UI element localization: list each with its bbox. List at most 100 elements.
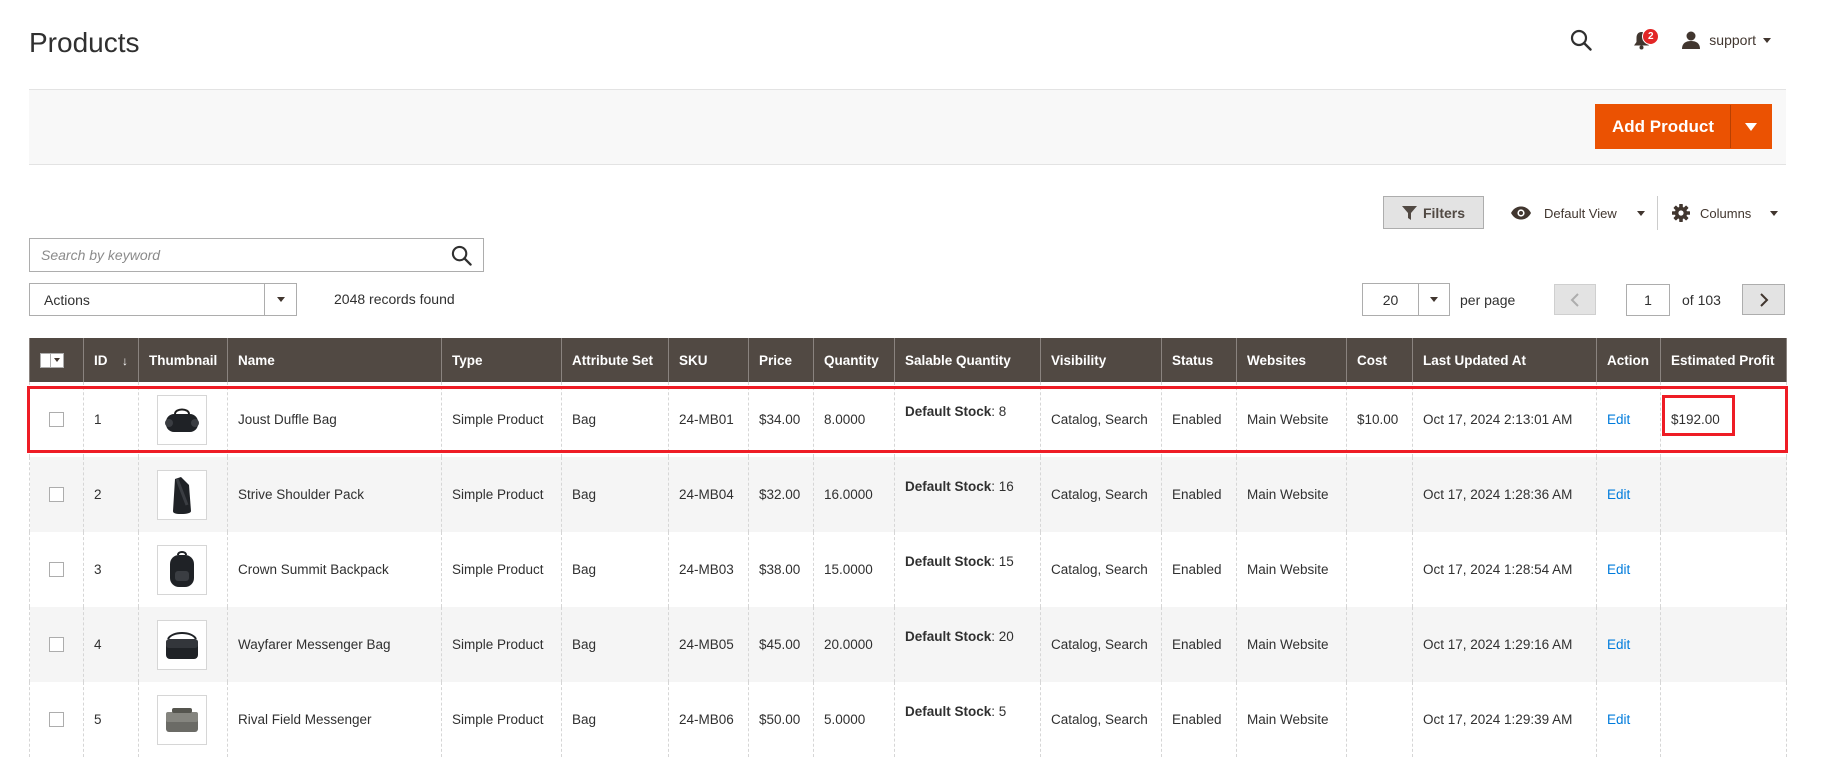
row-checkbox[interactable]	[49, 487, 64, 502]
page-title: Products	[29, 27, 140, 58]
cell-type: Simple Product	[441, 682, 562, 757]
search-input[interactable]	[30, 239, 439, 271]
row-checkbox[interactable]	[49, 712, 64, 727]
column-header-action: Action	[1596, 338, 1661, 382]
cell-estimated-profit	[1660, 682, 1787, 757]
column-header-id[interactable]: ID ↓	[83, 338, 139, 382]
mass-actions-toggle[interactable]	[264, 284, 296, 315]
cell-last-updated: Oct 17, 2024 1:29:39 AM	[1412, 682, 1597, 757]
column-header-name[interactable]: Name	[227, 338, 442, 382]
cell-attribute-set: Bag	[561, 682, 669, 757]
column-header-visibility[interactable]: Visibility	[1040, 338, 1162, 382]
cell-estimated-profit: $192.00	[1660, 382, 1787, 457]
search-icon	[1571, 29, 1592, 51]
column-header-websites[interactable]: Websites	[1236, 338, 1347, 382]
messenger-bag-icon[interactable]	[157, 619, 207, 670]
cell-estimated-profit	[1660, 532, 1787, 607]
user-menu[interactable]: support	[1681, 31, 1771, 49]
chevron-down-icon	[1430, 297, 1438, 302]
cell-salable-quantity: Default Stock: 5	[894, 682, 1041, 757]
search-submit-button[interactable]	[439, 245, 483, 266]
cell-name: Wayfarer Messenger Bag	[227, 607, 442, 682]
backpack-icon[interactable]	[157, 544, 207, 595]
cell-cost	[1346, 532, 1413, 607]
cell-name: Crown Summit Backpack	[227, 532, 442, 607]
cell-sku: 24-MB04	[668, 457, 749, 532]
notifications-button[interactable]: 2	[1629, 26, 1660, 54]
global-search-button[interactable]	[1567, 26, 1595, 54]
table-row: 1 Joust Duffle Bag Simple Product Bag 24…	[29, 382, 1787, 457]
column-header-quantity[interactable]: Quantity	[813, 338, 895, 382]
column-header-estimated-profit[interactable]: Estimated Profit	[1660, 338, 1787, 382]
cell-last-updated: Oct 17, 2024 1:28:36 AM	[1412, 457, 1597, 532]
cell-quantity: 20.0000	[813, 607, 895, 682]
view-switcher[interactable]: Default View	[1510, 200, 1653, 226]
cell-salable-quantity: Default Stock: 15	[894, 532, 1041, 607]
cell-websites: Main Website	[1236, 682, 1347, 757]
cell-type: Simple Product	[441, 607, 562, 682]
columns-label: Columns	[1700, 205, 1752, 221]
cell-quantity: 8.0000	[813, 382, 895, 457]
field-messenger-icon[interactable]	[157, 694, 207, 745]
chevron-down-icon	[276, 297, 285, 302]
cell-status: Enabled	[1161, 532, 1237, 607]
chevron-down-icon	[1770, 210, 1779, 216]
mass-select-checkbox[interactable]	[40, 352, 64, 368]
cell-attribute-set: Bag	[561, 532, 669, 607]
cell-estimated-profit	[1660, 457, 1787, 532]
cell-cost	[1346, 607, 1413, 682]
filters-button[interactable]: Filters	[1383, 196, 1484, 229]
sort-desc-icon: ↓	[122, 353, 128, 368]
cell-price: $45.00	[748, 607, 814, 682]
edit-link[interactable]: Edit	[1607, 712, 1630, 727]
shoulder-pack-icon[interactable]	[157, 469, 207, 520]
next-page-button[interactable]	[1742, 284, 1785, 315]
cell-sku: 24-MB06	[668, 682, 749, 757]
cell-attribute-set: Bag	[561, 382, 669, 457]
per-page-toggle[interactable]	[1418, 284, 1449, 315]
cell-quantity: 5.0000	[813, 682, 895, 757]
chevron-down-icon	[54, 358, 60, 362]
column-header-last-updated[interactable]: Last Updated At	[1412, 338, 1597, 382]
edit-link[interactable]: Edit	[1607, 637, 1630, 652]
add-product-dropdown-toggle[interactable]	[1731, 105, 1771, 148]
user-name: support	[1709, 32, 1756, 48]
cell-id: 3	[83, 532, 139, 607]
add-product-button[interactable]: Add Product	[1596, 105, 1731, 148]
edit-link[interactable]: Edit	[1607, 412, 1630, 427]
cell-id: 1	[83, 382, 139, 457]
cell-visibility: Catalog, Search	[1040, 382, 1162, 457]
keyword-search	[29, 238, 484, 272]
filter-icon	[1401, 205, 1417, 220]
table-row: 2 Strive Shoulder Pack Simple Product Ba…	[29, 457, 1787, 532]
cell-last-updated: Oct 17, 2024 1:28:54 AM	[1412, 532, 1597, 607]
edit-link[interactable]: Edit	[1607, 487, 1630, 502]
cell-status: Enabled	[1161, 457, 1237, 532]
cell-quantity: 15.0000	[813, 532, 895, 607]
cell-quantity: 16.0000	[813, 457, 895, 532]
cell-cost: $10.00	[1346, 382, 1413, 457]
page-actions-bar: Add Product	[29, 89, 1786, 165]
cell-id: 2	[83, 457, 139, 532]
per-page-select[interactable]: 20	[1362, 283, 1450, 316]
add-product-split-button: Add Product	[1595, 104, 1772, 149]
previous-page-button[interactable]	[1554, 284, 1596, 315]
column-header-sku[interactable]: SKU	[668, 338, 749, 382]
duffle-bag-icon[interactable]	[157, 394, 207, 445]
column-header-price[interactable]: Price	[748, 338, 814, 382]
cell-visibility: Catalog, Search	[1040, 682, 1162, 757]
edit-link[interactable]: Edit	[1607, 562, 1630, 577]
page-number-input[interactable]	[1626, 284, 1670, 316]
mass-select-toggle[interactable]	[50, 353, 63, 367]
row-checkbox[interactable]	[49, 637, 64, 652]
cell-sku: 24-MB05	[668, 607, 749, 682]
columns-button[interactable]: Columns	[1672, 200, 1787, 226]
column-header-status[interactable]: Status	[1161, 338, 1237, 382]
mass-actions-select[interactable]: Actions	[29, 283, 297, 316]
total-pages: of 103	[1682, 292, 1721, 308]
row-checkbox[interactable]	[49, 412, 64, 427]
column-header-attribute-set[interactable]: Attribute Set	[561, 338, 669, 382]
column-header-cost[interactable]: Cost	[1346, 338, 1413, 382]
row-checkbox[interactable]	[49, 562, 64, 577]
column-header-type[interactable]: Type	[441, 338, 562, 382]
